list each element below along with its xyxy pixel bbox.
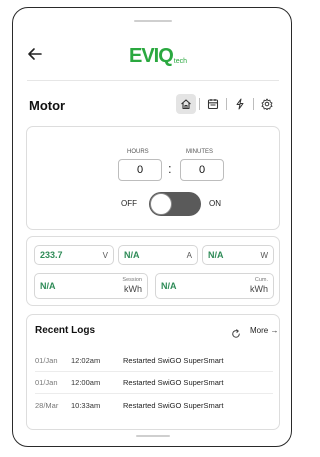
log-date: 28/Mar	[35, 400, 59, 410]
back-button[interactable]	[26, 45, 44, 63]
session-energy-readout: N/A Session kWh	[34, 273, 148, 299]
cumulative-energy-unit-group: Cum. kWh	[250, 278, 268, 294]
current-unit: A	[186, 250, 192, 260]
more-logs-link[interactable]: More →	[250, 326, 278, 335]
session-energy-unit: kWh	[124, 283, 142, 294]
toggle-knob	[150, 193, 172, 215]
refresh-button[interactable]	[231, 326, 241, 338]
minutes-label: MINUTES	[186, 149, 213, 155]
device-title-bar: Motor	[13, 90, 291, 120]
power-readout: N/A W	[202, 245, 274, 265]
power-value: N/A	[208, 250, 224, 260]
nav-schedule-button[interactable]	[203, 94, 223, 114]
toggle-off-label: OFF	[121, 199, 137, 208]
nav-settings-button[interactable]	[257, 94, 277, 114]
brand-logo: EVIQ tech	[129, 44, 187, 66]
log-date: 01/Jan	[35, 355, 58, 365]
log-time: 12:02am	[71, 355, 101, 365]
voltage-value: 233.7	[40, 250, 63, 260]
log-row: 01/Jan 12:02am Restarted SwiGO SuperSmar…	[35, 349, 273, 371]
app-header: EVIQ tech	[13, 30, 291, 78]
hours-label: HOURS	[127, 149, 149, 155]
voltage-readout: 233.7 V	[34, 245, 114, 265]
power-unit: W	[260, 250, 268, 260]
power-toggle-row: OFF ON	[27, 191, 279, 217]
log-message: Restarted SwiGO SuperSmart	[123, 400, 224, 410]
home-icon	[181, 99, 191, 110]
cumulative-label: Cum.	[254, 277, 268, 284]
hours-input[interactable]: 0	[118, 159, 162, 181]
time-separator: :	[168, 161, 172, 176]
refresh-icon	[232, 329, 240, 338]
logs-header: Recent Logs More →	[27, 315, 279, 345]
minutes-input[interactable]: 0	[180, 159, 224, 181]
recent-logs-card: Recent Logs More → 01/Jan 12:02am Restar…	[26, 314, 280, 430]
nav-energy-button[interactable]	[230, 94, 250, 114]
top-notch	[134, 20, 172, 22]
lightning-icon	[236, 98, 244, 110]
nav-separator	[253, 98, 254, 110]
log-date: 01/Jan	[35, 377, 58, 387]
gear-icon	[261, 98, 273, 110]
log-time: 12:00am	[71, 377, 101, 387]
current-readout: N/A A	[118, 245, 198, 265]
log-row: 01/Jan 12:00am Restarted SwiGO SuperSmar…	[35, 371, 273, 393]
nav-separator	[199, 98, 200, 110]
timer-card: HOURS MINUTES 0 : 0 OFF ON	[26, 126, 280, 230]
logo-main-text: EVIQ	[129, 45, 174, 67]
arrow-right-icon: →	[270, 326, 279, 335]
nav-separator	[226, 98, 227, 110]
metrics-card: 233.7 V N/A A N/A W N/A Session kWh N/A …	[26, 236, 280, 306]
session-label: Session	[122, 277, 142, 284]
header-divider	[27, 80, 279, 81]
phone-frame: EVIQ tech Motor HOURS MINUTES 0: 0 OFF …	[12, 7, 292, 447]
session-energy-unit-group: Session kWh	[122, 278, 142, 294]
log-message: Restarted SwiGO SuperSmart	[123, 355, 224, 365]
more-logs-label: More	[250, 326, 269, 335]
device-nav	[176, 94, 277, 114]
page-title: Motor	[29, 98, 66, 113]
log-time: 10:33am	[71, 400, 101, 410]
logo-sub-text: tech	[173, 58, 188, 65]
power-toggle[interactable]	[149, 192, 201, 216]
logs-title: Recent Logs	[35, 325, 96, 336]
arrow-left-icon	[28, 48, 42, 60]
log-row: 28/Mar 10:33am Restarted SwiGO SuperSmar…	[35, 394, 273, 416]
voltage-unit: V	[102, 250, 108, 260]
cumulative-energy-value: N/A	[161, 281, 177, 291]
log-message: Restarted SwiGO SuperSmart	[123, 377, 224, 387]
nav-home-button[interactable]	[176, 94, 196, 114]
session-energy-value: N/A	[40, 281, 56, 291]
cumulative-energy-unit: kWh	[250, 283, 268, 294]
current-value: N/A	[124, 250, 140, 260]
home-indicator	[136, 435, 170, 437]
calendar-icon	[207, 99, 219, 110]
toggle-on-label: ON	[209, 199, 221, 208]
cumulative-energy-readout: N/A Cum. kWh	[155, 273, 274, 299]
